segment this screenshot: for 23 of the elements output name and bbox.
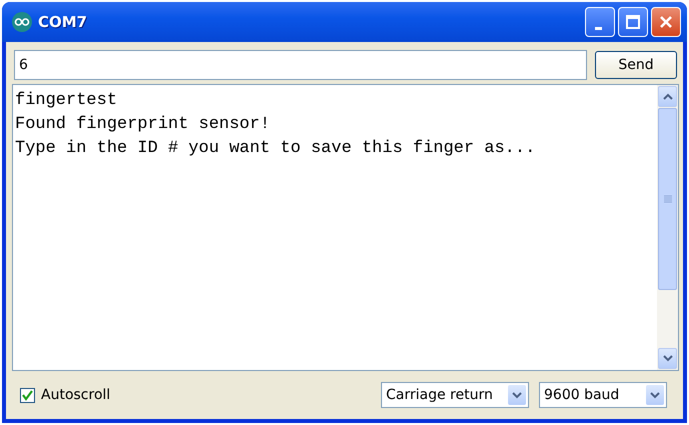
baud-rate-dropdown[interactable]: 9600 baud: [539, 382, 667, 408]
window-title: COM7: [38, 13, 88, 31]
send-button[interactable]: Send: [595, 51, 677, 79]
scroll-thumb[interactable]: [658, 108, 677, 290]
checkbox-label: Autoscroll: [41, 387, 110, 403]
maximize-icon: [626, 15, 640, 29]
scrollbar[interactable]: [657, 85, 678, 370]
checkbox[interactable]: [20, 388, 35, 402]
line-ending-dropdown[interactable]: Carriage return: [381, 382, 529, 408]
minimize-icon: [594, 26, 602, 30]
output-line: Found fingerprint sensor!: [15, 114, 272, 136]
close-icon: [659, 15, 673, 29]
autoscroll-checkbox[interactable]: Autoscroll: [20, 387, 110, 403]
output-line: Type in the ID # you want to save this finger as...: [15, 138, 536, 160]
output-line: fingertest: [15, 90, 118, 112]
scroll-up-button[interactable]: [658, 86, 677, 107]
close-button[interactable]: [651, 7, 681, 37]
scroll-down-button[interactable]: [658, 348, 677, 369]
check-icon: [22, 390, 33, 400]
input-field[interactable]: 6: [14, 50, 587, 80]
minimize-button[interactable]: [585, 7, 615, 37]
infinity-logo-icon: [12, 12, 32, 32]
maximize-button[interactable]: [618, 7, 648, 37]
